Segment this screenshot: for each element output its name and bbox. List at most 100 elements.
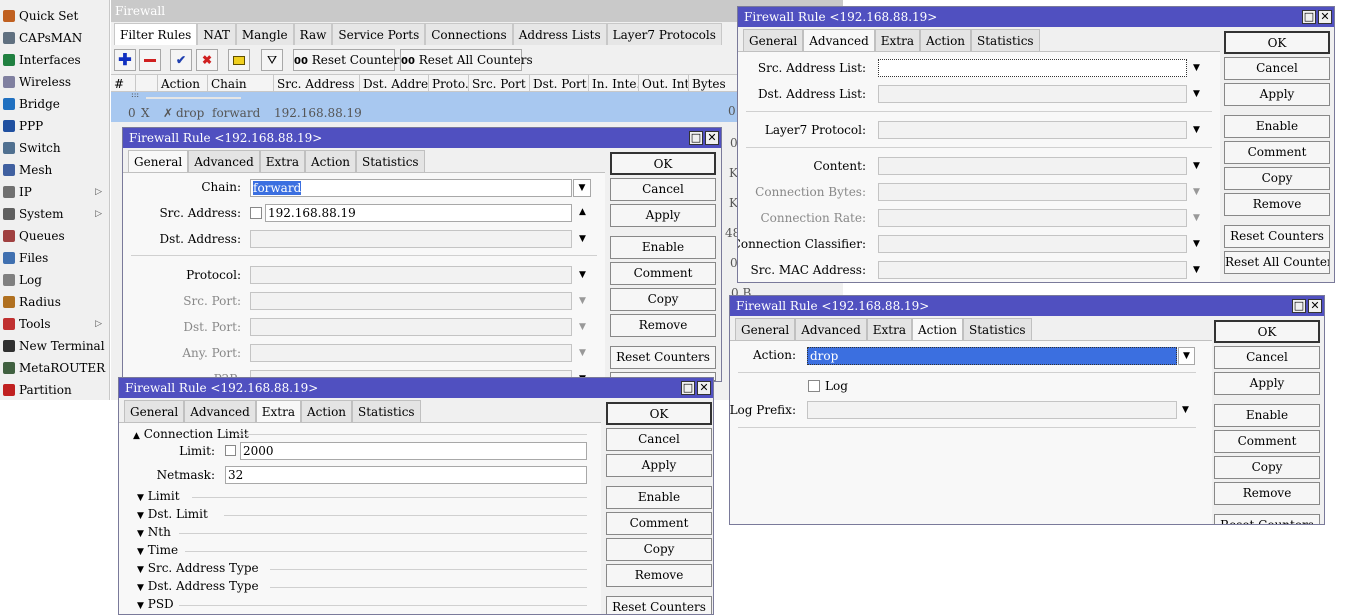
enable-button[interactable]: Enable (1214, 404, 1320, 427)
remove-button[interactable]: Remove (1224, 193, 1330, 216)
column-header[interactable]: Dst. Port (530, 75, 589, 93)
cancel-button[interactable]: Cancel (606, 428, 712, 451)
log-prefix-field[interactable] (807, 401, 1177, 419)
remove-icon[interactable] (139, 49, 161, 71)
content-field[interactable] (878, 157, 1187, 175)
apply-button[interactable]: Apply (606, 454, 712, 477)
column-header[interactable]: Action (158, 75, 208, 93)
tab-service-ports[interactable]: Service Ports (332, 23, 426, 45)
apply-button[interactable]: Apply (610, 204, 716, 227)
tab-extra[interactable]: Extra (255, 400, 302, 422)
dst-address-field[interactable] (250, 230, 572, 248)
section-limit[interactable]: ▼ Limit (137, 489, 180, 503)
dropdown-icon[interactable]: ▼ (1182, 405, 1189, 415)
protocol-field[interactable] (250, 266, 572, 284)
tab-action[interactable]: Action (301, 400, 353, 422)
tab-advanced[interactable]: Advanced (795, 318, 867, 340)
tab-statistics[interactable]: Statistics (356, 150, 425, 172)
enable-button[interactable]: Enable (606, 486, 712, 509)
tab-general[interactable]: General (128, 150, 189, 172)
dropdown-icon[interactable]: ▼ (579, 270, 586, 280)
cancel-button[interactable]: Cancel (610, 178, 716, 201)
tab-extra[interactable]: Extra (866, 318, 913, 340)
cancel-button[interactable]: Cancel (1214, 346, 1320, 369)
limit-field[interactable]: 2000 (240, 442, 587, 460)
reset-all-counters-button[interactable]: 00 Reset All Counters (400, 49, 533, 71)
section-psd[interactable]: ▼ PSD (137, 597, 174, 611)
column-header[interactable]: In. Inte... (589, 75, 639, 93)
copy-button[interactable]: Copy (1214, 456, 1320, 479)
sidebar-item-ppp[interactable]: PPP (0, 115, 110, 137)
dropdown-icon[interactable]: ▼ (1193, 63, 1200, 73)
column-header[interactable]: Proto... (429, 75, 469, 93)
copy-button[interactable]: Copy (610, 288, 716, 311)
sidebar-item-mesh[interactable]: Mesh (0, 159, 110, 181)
sidebar-item-files[interactable]: Files (0, 247, 110, 269)
sidebar-item-quick-set[interactable]: Quick Set (0, 5, 110, 27)
tab-action[interactable]: Action (920, 29, 972, 51)
sidebar-item-new-terminal[interactable]: New Terminal (0, 335, 110, 357)
src-address-list-field[interactable] (878, 59, 1187, 77)
close-icon[interactable]: ✕ (697, 381, 711, 395)
tab-action[interactable]: Action (912, 318, 964, 340)
reset-counters-button[interactable]: Reset Counters (610, 346, 716, 369)
column-header[interactable] (136, 75, 158, 93)
action-dropdown-icon[interactable]: ▼ (1178, 347, 1195, 365)
sidebar-item-interfaces[interactable]: Interfaces (0, 49, 110, 71)
connection-limit-section[interactable]: ▲ Connection Limit (133, 427, 249, 441)
tab-general[interactable]: General (743, 29, 804, 51)
section-nth[interactable]: ▼ Nth (137, 525, 171, 539)
tab-advanced[interactable]: Advanced (184, 400, 256, 422)
sidebar-item-wireless[interactable]: Wireless (0, 71, 110, 93)
apply-button[interactable]: Apply (1224, 83, 1330, 106)
table-comment-row[interactable]: ::: (111, 90, 743, 104)
maximize-icon[interactable]: □ (689, 131, 703, 145)
src-address-invert-checkbox[interactable] (250, 207, 262, 219)
sidebar-item-bridge[interactable]: Bridge (0, 93, 110, 115)
reset-counters-button[interactable]: Reset Counters (1224, 225, 1330, 248)
tab-connections[interactable]: Connections (425, 23, 513, 45)
comment-button[interactable]: Comment (606, 512, 712, 535)
section-time[interactable]: ▼ Time (137, 543, 178, 557)
filter-icon[interactable]: ⛛ (261, 49, 283, 71)
enable-button[interactable]: Enable (1224, 115, 1330, 138)
tab-extra[interactable]: Extra (259, 150, 306, 172)
sidebar-item-switch[interactable]: Switch (0, 137, 110, 159)
sidebar-item-metarouter[interactable]: MetaROUTER (0, 357, 110, 379)
comment-button[interactable]: Comment (1214, 430, 1320, 453)
tab-general[interactable]: General (735, 318, 796, 340)
comment-button[interactable]: Comment (610, 262, 716, 285)
tab-address-lists[interactable]: Address Lists (512, 23, 607, 45)
tab-statistics[interactable]: Statistics (963, 318, 1032, 340)
tab-advanced[interactable]: Advanced (188, 150, 260, 172)
column-header[interactable]: Out. Int... (639, 75, 689, 93)
comment-note-icon[interactable] (228, 49, 250, 71)
src-mac-address-field[interactable] (878, 261, 1187, 279)
layer7-protocol-field[interactable] (878, 121, 1187, 139)
comment-button[interactable]: Comment (1224, 141, 1330, 164)
maximize-icon[interactable]: □ (1292, 299, 1306, 313)
action-select[interactable]: drop (807, 347, 1177, 365)
ok-button[interactable]: OK (610, 152, 716, 175)
tab-raw[interactable]: Raw (293, 23, 333, 45)
collapse-up-icon[interactable]: ▲ (579, 207, 586, 217)
per-connection-classifier-field[interactable] (878, 235, 1187, 253)
ok-button[interactable]: OK (1224, 31, 1330, 54)
reset-counters-button[interactable]: Reset Counters (606, 596, 712, 614)
dropdown-icon[interactable]: ▼ (1193, 265, 1200, 275)
sidebar-item-tools[interactable]: Tools ▷ (0, 313, 110, 335)
chain-select[interactable]: forward (250, 179, 572, 197)
close-icon[interactable]: ✕ (1308, 299, 1322, 313)
column-header[interactable]: Chain (208, 75, 274, 93)
tab-general[interactable]: General (124, 400, 185, 422)
sidebar-item-partition[interactable]: Partition (0, 379, 110, 401)
section-dst-limit[interactable]: ▼ Dst. Limit (137, 507, 208, 521)
close-icon[interactable]: ✕ (1318, 10, 1332, 24)
chain-dropdown-icon[interactable]: ▼ (573, 179, 591, 197)
apply-button[interactable]: Apply (1214, 372, 1320, 395)
ok-button[interactable]: OK (1214, 320, 1320, 343)
maximize-icon[interactable]: □ (1302, 10, 1316, 24)
sidebar-item-queues[interactable]: Queues (0, 225, 110, 247)
remove-button[interactable]: Remove (606, 564, 712, 587)
copy-button[interactable]: Copy (1224, 167, 1330, 190)
